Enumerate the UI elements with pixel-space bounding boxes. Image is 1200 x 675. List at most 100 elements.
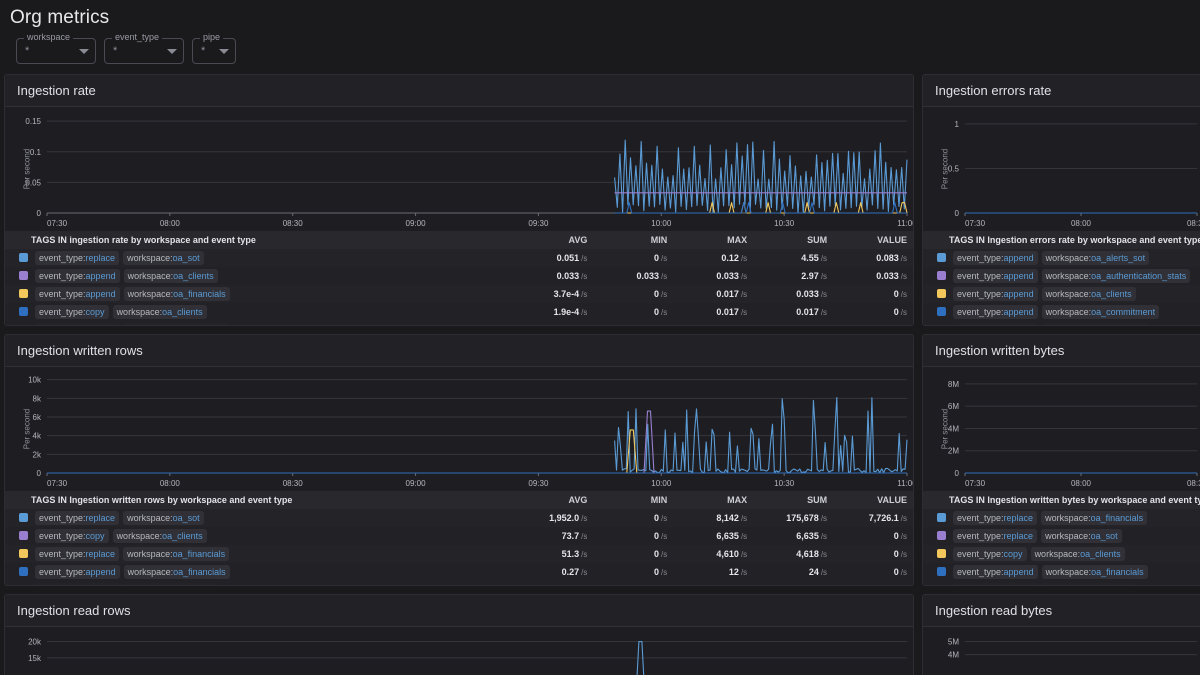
legend-row[interactable]: event_type:appendworkspace:oa_financials xyxy=(5,321,913,325)
chart-ingestion-rate[interactable]: Per second 0 0.05 0.1 0.15 07:30 08:00 08:30 09… xyxy=(5,107,913,231)
legend-cell-sum xyxy=(753,581,833,585)
legend-row[interactable]: event_type:append workspace:oa_financials… xyxy=(5,563,913,581)
legend-cell-avg: 73.7/s xyxy=(561,531,588,541)
legend-row[interactable]: event_type:appendworkspace:oa_financials xyxy=(923,563,1200,581)
legend-row-tags: event_type:replace workspace:oa_financial… xyxy=(923,509,1200,527)
tag-pill: workspace:oa_financials xyxy=(1041,323,1148,325)
svg-text:07:30: 07:30 xyxy=(965,479,986,488)
legend-title: TAGS IN Ingestion written bytes by works… xyxy=(923,491,1200,509)
chart-ingestion-read-bytes[interactable]: 4M 5M xyxy=(923,627,1200,675)
series-color-swatch xyxy=(19,549,28,558)
legend-row[interactable]: event_type:append workspace:oa_financials… xyxy=(5,285,913,303)
chart-svg: 4M5M xyxy=(948,638,1197,660)
legend-row[interactable]: event_type:copy workspace:oa_clients 1.9e-… xyxy=(5,303,913,321)
svg-text:0: 0 xyxy=(37,209,42,218)
workspace-select[interactable]: workspace * xyxy=(16,32,96,64)
series-color-swatch xyxy=(19,253,28,262)
legend-row[interactable]: event_type:append workspace:oa_alerts_sot xyxy=(923,249,1200,267)
legend-ingestion-written-bytes: TAGS IN Ingestion written bytes by works… xyxy=(923,491,1200,585)
legend-row[interactable]: event_type:append workspace:oa_commitment xyxy=(923,303,1200,321)
legend-cell-value: 0/s xyxy=(893,549,907,559)
chart-ingestion-written-rows[interactable]: Per second 0 2k 4k 6k 8k 10k 07:30 08:00 08:30 09… xyxy=(5,367,913,491)
legend-title: TAGS IN ingestion rate by workspace and … xyxy=(5,231,514,249)
panel-title: Ingestion read bytes xyxy=(923,595,1200,627)
legend-cell-max xyxy=(673,321,753,325)
legend-cell-avg: 0.033/s xyxy=(556,271,588,281)
legend-row-tags: event_type:appendworkspace:oa_financials xyxy=(5,321,514,325)
chevron-down-icon xyxy=(79,48,89,54)
svg-text:09:30: 09:30 xyxy=(528,479,549,488)
legend-cell-avg xyxy=(514,581,594,585)
workspace-select-label: workspace xyxy=(24,32,74,42)
legend-row[interactable]: event_type:appendworkspace:oa_financials xyxy=(923,321,1200,326)
tag-pill: workspace:oa_alerts_sot xyxy=(1041,251,1150,265)
svg-text:08:30: 08:30 xyxy=(283,479,304,488)
svg-text:0: 0 xyxy=(37,469,42,478)
tag-pill: event_type:append xyxy=(953,287,1038,301)
legend-row[interactable]: event_type:copy workspace:oa_clients 73.7/… xyxy=(5,527,913,545)
legend-row[interactable]: event_type:append workspace:oa_clients 0.0… xyxy=(5,267,913,285)
svg-text:07:30: 07:30 xyxy=(965,219,986,228)
svg-text:20k: 20k xyxy=(28,638,42,647)
tag-pill: event_type:copy xyxy=(953,547,1027,561)
legend-col-header: MIN xyxy=(593,231,674,249)
filter-row: workspace * event_type * pipe * xyxy=(10,32,1190,64)
legend-row[interactable]: event_type:append workspace:oa_authentica… xyxy=(923,267,1200,285)
series-color-swatch xyxy=(19,567,28,576)
pipe-select-label: pipe xyxy=(200,32,224,42)
legend-table: TAGS IN Ingestion written bytes by works… xyxy=(923,491,1200,585)
legend-row[interactable]: event_type:replace workspace:oa_financial… xyxy=(923,509,1200,527)
svg-text:08:00: 08:00 xyxy=(1071,219,1092,228)
chart-ingestion-written-bytes[interactable]: Per second 02M4M6M8M07:3008:0008:30 xyxy=(923,367,1200,491)
legend-row[interactable]: event_type:replace workspace:oa_sot xyxy=(923,527,1200,545)
svg-text:07:30: 07:30 xyxy=(47,219,68,228)
legend-cell-avg: 0.051/s xyxy=(556,253,588,263)
svg-text:0: 0 xyxy=(955,469,960,478)
svg-text:15k: 15k xyxy=(28,654,42,663)
legend-row-tags: event_type:appendworkspace:oa_financials xyxy=(923,563,1200,581)
legend-row[interactable]: event_type:copy workspace:oa_clients xyxy=(923,545,1200,563)
legend-row[interactable]: event_type:replaceworkspace:oa_clients xyxy=(923,581,1200,585)
legend-cell-value: 7,726.1/s xyxy=(868,513,907,523)
legend-row[interactable]: event_type:replace workspace:oa_sot 0.051/… xyxy=(5,249,913,267)
legend-row-tags: event_type:copy workspace:oa_clients xyxy=(923,545,1200,563)
tag-pill: event_type:replace xyxy=(953,511,1038,525)
legend-row[interactable]: event_type:replace workspace:oa_financial… xyxy=(5,545,913,563)
event-type-select[interactable]: event_type * xyxy=(104,32,184,64)
legend-cell-min xyxy=(593,581,673,585)
legend-row-tags: event_type:replace workspace:oa_sot xyxy=(5,249,514,267)
tag-pill: workspace:oa_commitment xyxy=(1041,305,1160,319)
legend-table: TAGS IN Ingestion written rows by worksp… xyxy=(5,491,913,585)
legend-row[interactable]: event_type:appendworkspace:oa_clients xyxy=(923,285,1200,303)
legend-cell-sum: 175,678/s xyxy=(786,513,828,523)
legend-col-header: MIN xyxy=(593,491,674,509)
svg-text:08:30: 08:30 xyxy=(1187,479,1200,488)
chart-ingestion-errors-rate[interactable]: Per second 00.5107:3008:0008:30 xyxy=(923,107,1200,231)
workspace-select-value: * xyxy=(25,45,30,57)
legend-row-tags: event_type:appendworkspace:oa_financials xyxy=(5,285,514,303)
legend-cell-min: 0/s xyxy=(654,513,668,523)
series-color-swatch xyxy=(937,325,946,326)
tag-pill: workspace:oa_clients xyxy=(112,529,207,543)
page-title: Org metrics xyxy=(10,7,110,28)
legend-cell-avg: 3.7e-4/s xyxy=(553,289,588,299)
series-color-swatch xyxy=(937,567,946,576)
tag-pill: event_type:append xyxy=(35,583,120,585)
legend-col-header: VALUE xyxy=(833,231,913,249)
chevron-down-icon xyxy=(167,48,177,54)
legend-cell-max: 8,142/s xyxy=(716,513,748,523)
series-color-swatch xyxy=(937,531,946,540)
pipe-select[interactable]: pipe * xyxy=(192,32,236,64)
svg-text:08:30: 08:30 xyxy=(1187,219,1200,228)
legend-row[interactable]: event_type:appendworkspace:oa_clients xyxy=(5,581,913,585)
tag-pill: workspace:oa_clients xyxy=(123,583,218,585)
legend-row-tags: event_type:replace workspace:oa_sot xyxy=(923,527,1200,545)
tag-pill: workspace:oa_financials xyxy=(123,323,230,325)
legend-col-header: SUM xyxy=(753,231,834,249)
page-header: Org metrics workspace * event_type * pip… xyxy=(0,0,1200,64)
chevron-down-icon xyxy=(219,48,229,54)
legend-row-tags: event_type:replace workspace:oa_sot xyxy=(5,509,514,527)
legend-row[interactable]: event_type:replace workspace:oa_sot 1,952.… xyxy=(5,509,913,527)
chart-ingestion-read-rows[interactable]: 15k 20k xyxy=(5,627,913,675)
legend-cell-min: 0/s xyxy=(654,253,668,263)
